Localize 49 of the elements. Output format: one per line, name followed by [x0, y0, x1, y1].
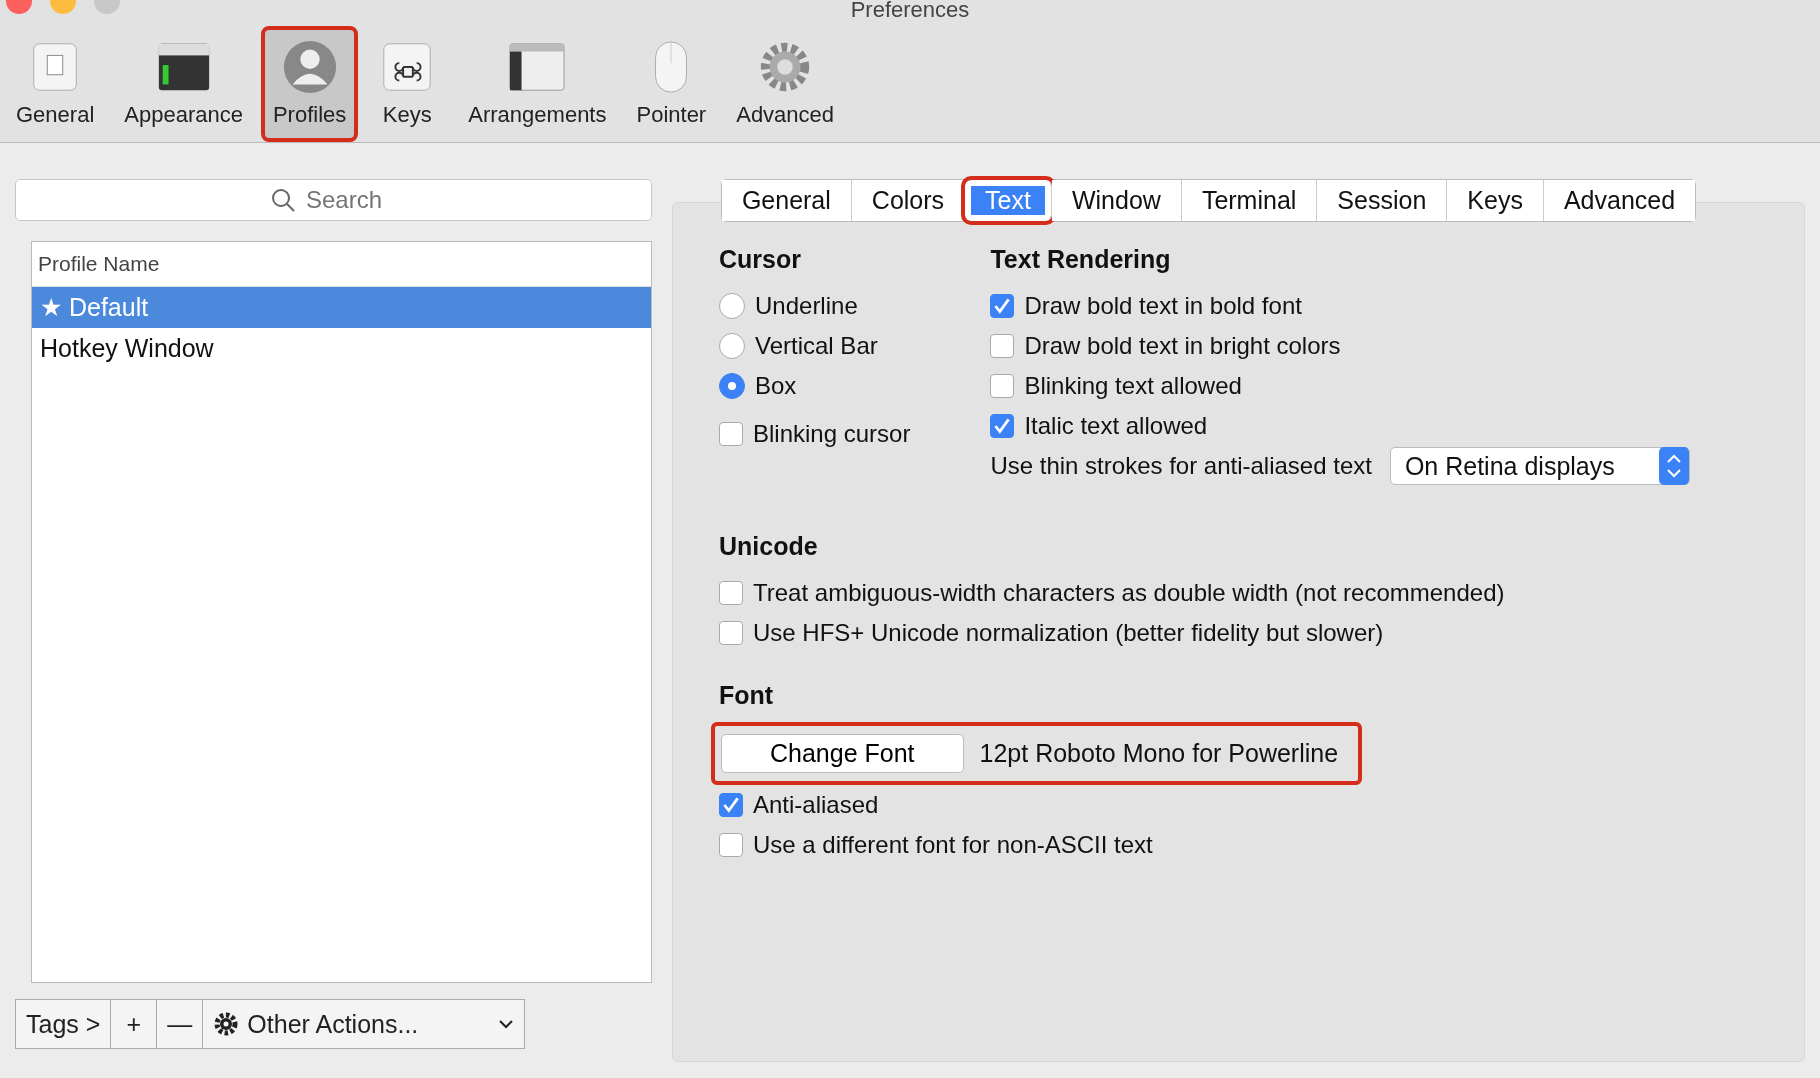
option-label: Treat ambiguous-width characters as double width (not recommended) — [753, 579, 1505, 607]
section-heading: Cursor — [719, 245, 802, 274]
option-label: Draw bold text in bold font — [1024, 292, 1302, 320]
checkbox[interactable] — [990, 334, 1015, 358]
checkbox[interactable] — [719, 581, 743, 605]
toolbar-item[interactable]: Appearance — [112, 26, 255, 142]
option-label: Use thin strokes for anti-aliased text — [990, 452, 1372, 480]
section-heading: Unicode — [719, 532, 819, 561]
profile-row[interactable]: Hotkey Window — [32, 328, 651, 369]
window-title: Preferences — [850, 0, 970, 20]
stepper-arrows-icon — [1658, 447, 1689, 485]
option-label: Anti-aliased — [753, 791, 879, 819]
option-label: Draw bold text in bright colors — [1024, 332, 1341, 360]
option-label: Use HFS+ Unicode normalization (better fidelity but slower) — [753, 619, 1384, 647]
font-name: 12pt Roboto Mono for Powerline — [979, 739, 1339, 768]
checkbox[interactable] — [990, 294, 1015, 318]
tab[interactable]: Window — [1051, 180, 1182, 221]
radio-button[interactable] — [719, 293, 745, 319]
option-label: Vertical Bar — [755, 332, 878, 360]
option-label: Blinking cursor — [753, 420, 911, 448]
toolbar-item[interactable]: Pointer — [624, 26, 719, 142]
option-label: Use a different font for non-ASCII text — [753, 831, 1153, 859]
change-font-button[interactable]: Change Font — [721, 734, 964, 773]
option-label: Underline — [755, 292, 858, 320]
checkbox[interactable] — [719, 422, 743, 446]
profile-row[interactable]: ★ Default — [32, 287, 651, 328]
checkbox[interactable] — [990, 374, 1015, 398]
tab[interactable]: General — [721, 180, 852, 221]
toolbar-item[interactable]: Advanced — [724, 26, 847, 142]
search-field[interactable]: Search — [15, 179, 652, 221]
toolbar-item[interactable]: Profiles — [260, 26, 359, 142]
toolbar-item[interactable]: General — [4, 26, 107, 142]
toolbar-item[interactable]: Arrangements — [456, 26, 619, 142]
checkbox[interactable] — [719, 621, 743, 645]
radio-button[interactable] — [719, 373, 745, 399]
toolbar-item[interactable]: Keys — [364, 26, 451, 142]
checkbox[interactable] — [990, 414, 1015, 438]
chevron-down-icon — [498, 1018, 514, 1030]
search-icon — [270, 187, 296, 213]
section-heading: Text Rendering — [990, 245, 1172, 274]
radio-button[interactable] — [719, 333, 745, 359]
option-label: Italic text allowed — [1024, 412, 1208, 440]
checkbox[interactable] — [719, 793, 743, 817]
checkbox[interactable] — [719, 833, 743, 857]
gear-icon — [213, 1011, 240, 1037]
dropdown[interactable]: On Retina displays — [1389, 447, 1690, 485]
option-label: Box — [755, 372, 797, 400]
option-label: Blinking text allowed — [1024, 372, 1242, 400]
section-heading: Font — [719, 681, 775, 710]
